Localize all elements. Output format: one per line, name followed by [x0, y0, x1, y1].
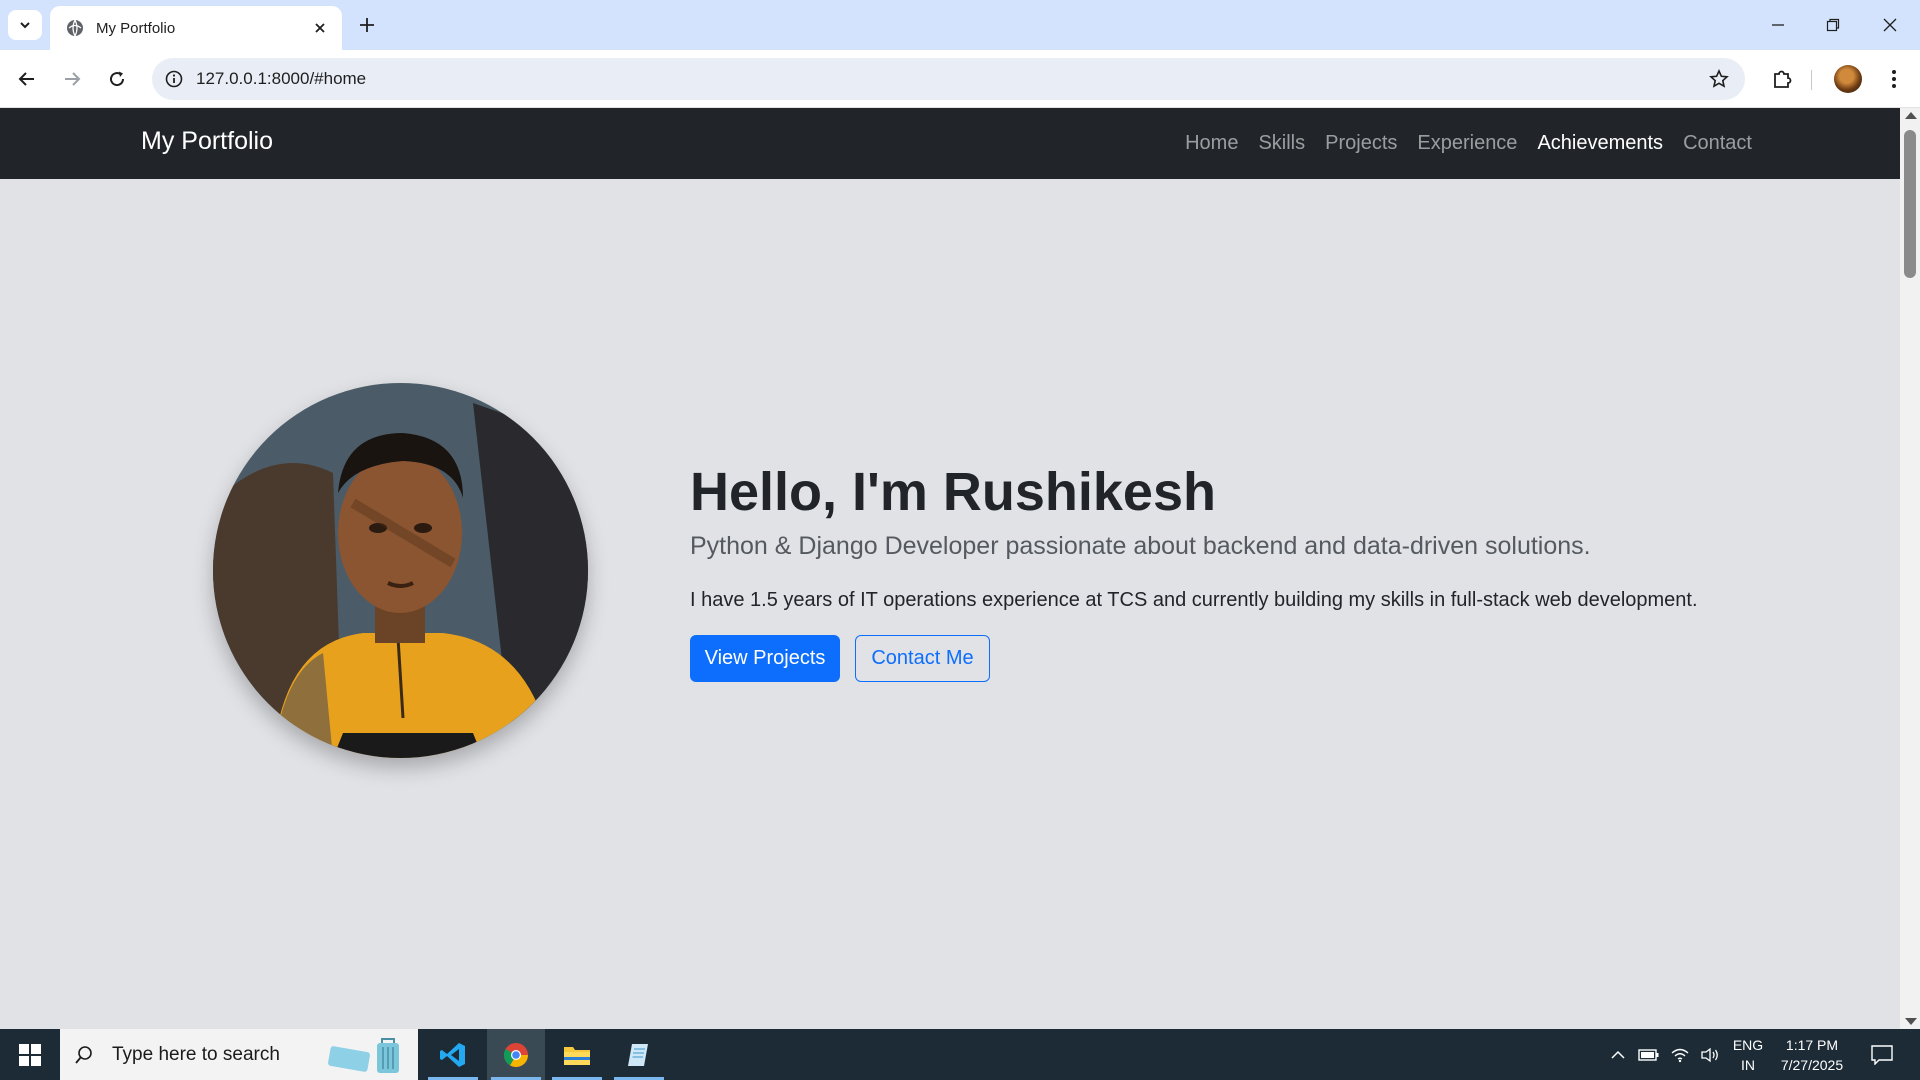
tab-search-chevron-icon[interactable]	[8, 10, 42, 40]
site-info-icon[interactable]	[162, 67, 186, 91]
contact-me-button[interactable]: Contact Me	[855, 635, 990, 682]
tab-title: My Portfolio	[96, 19, 176, 37]
reload-icon[interactable]	[101, 63, 133, 95]
view-projects-button[interactable]: View Projects	[690, 635, 840, 682]
page-viewport: My Portfolio Home Skills Projects Experi…	[0, 108, 1900, 1029]
browser-tab[interactable]: My Portfolio	[50, 6, 342, 50]
hero-description: I have 1.5 years of IT operations experi…	[690, 589, 1698, 611]
lang-code: ENG	[1732, 1036, 1764, 1053]
bookmark-star-icon[interactable]	[1707, 67, 1731, 91]
hero-subtitle: Python & Django Developer passionate abo…	[690, 532, 1591, 560]
file-explorer-icon[interactable]	[548, 1029, 606, 1080]
extensions-puzzle-icon[interactable]	[1766, 62, 1798, 96]
notepad-icon[interactable]	[610, 1029, 668, 1080]
wifi-icon[interactable]	[1666, 1029, 1694, 1080]
minimize-icon[interactable]	[1763, 10, 1793, 40]
search-placeholder: Type here to search	[112, 1043, 280, 1065]
nav-achievements[interactable]: Achievements	[1537, 132, 1663, 155]
clock[interactable]: 1:17 PM 7/27/2025	[1772, 1029, 1852, 1080]
nav-experience[interactable]: Experience	[1417, 132, 1517, 155]
browser-toolbar: 127.0.0.1:8000/#home	[0, 50, 1920, 108]
url-text[interactable]: 127.0.0.1:8000/#home	[196, 69, 366, 89]
search-icon	[75, 1045, 92, 1064]
chrome-icon[interactable]	[487, 1029, 545, 1080]
kebab-menu-icon[interactable]	[1880, 64, 1908, 94]
show-hidden-icons-chevron-icon[interactable]	[1606, 1029, 1630, 1080]
new-tab-plus-icon[interactable]	[354, 12, 380, 38]
back-arrow-icon[interactable]	[11, 63, 43, 95]
site-navbar: My Portfolio Home Skills Projects Experi…	[0, 108, 1900, 179]
browser-tab-bar: My Portfolio	[0, 0, 1920, 50]
language-indicator[interactable]: ENG IN	[1726, 1029, 1770, 1080]
tab-close-icon[interactable]	[310, 18, 330, 38]
nav-home[interactable]: Home	[1185, 132, 1238, 155]
taskbar-search-box[interactable]: Type here to search	[60, 1029, 418, 1080]
page-scrollbar[interactable]	[1900, 108, 1920, 1029]
scroll-up-arrow-icon[interactable]	[1905, 112, 1917, 119]
windows-start-icon[interactable]	[0, 1029, 60, 1080]
hero-title: Hello, I'm Rushikesh	[690, 462, 1216, 522]
clock-time: 1:17 PM	[1785, 1036, 1839, 1053]
profile-photo	[213, 383, 588, 758]
nav-projects[interactable]: Projects	[1325, 132, 1397, 155]
toolbar-separator	[1811, 70, 1812, 90]
forward-arrow-icon[interactable]	[56, 63, 88, 95]
windows-taskbar: Type here to search ENG IN 1:17 PM 7/27/…	[0, 1029, 1920, 1080]
globe-icon	[67, 19, 83, 37]
address-bar[interactable]: 127.0.0.1:8000/#home	[152, 58, 1745, 100]
vscode-icon[interactable]	[424, 1029, 482, 1080]
scroll-thumb[interactable]	[1904, 130, 1916, 278]
nav-skills[interactable]: Skills	[1258, 132, 1305, 155]
battery-icon[interactable]	[1636, 1029, 1662, 1080]
travel-luggage-icon	[328, 1038, 399, 1073]
nav-links: Home Skills Projects Experience Achievem…	[1185, 108, 1752, 179]
clock-date: 7/27/2025	[1780, 1056, 1844, 1073]
nav-contact[interactable]: Contact	[1683, 132, 1752, 155]
volume-icon[interactable]	[1696, 1029, 1724, 1080]
scroll-down-arrow-icon[interactable]	[1905, 1018, 1917, 1025]
lang-region: IN	[1741, 1056, 1755, 1073]
restore-icon[interactable]	[1818, 10, 1848, 40]
profile-avatar[interactable]	[1834, 65, 1862, 93]
notification-center-icon[interactable]	[1862, 1029, 1902, 1080]
close-window-icon[interactable]	[1875, 10, 1905, 40]
site-brand[interactable]: My Portfolio	[141, 127, 273, 156]
